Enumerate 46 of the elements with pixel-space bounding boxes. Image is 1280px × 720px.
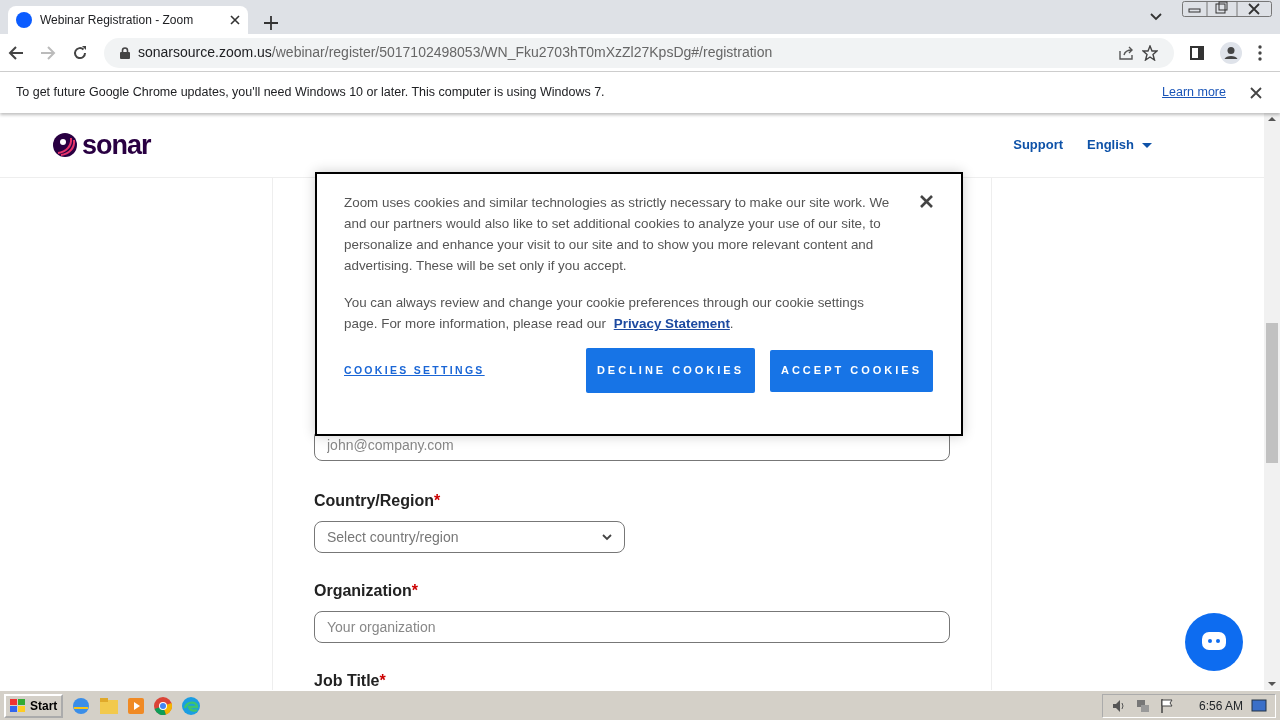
field-label: Country/Region* (314, 491, 442, 511)
flag-icon[interactable] (1158, 697, 1175, 714)
show-desktop-icon[interactable] (1251, 698, 1267, 713)
star-icon[interactable] (1142, 44, 1158, 61)
chrome-icon[interactable] (153, 695, 174, 716)
learn-more-link[interactable]: Learn more (1162, 83, 1226, 102)
update-message: To get future Google Chrome updates, you'll need Windows 10 or later. This computer is using Windows 7. (16, 84, 606, 102)
url-text: sonarsource.zoom.us/webinar/register/5017102498053/WN_Fku2703hT0mXzZl27KpsDg#/registration (138, 43, 774, 62)
lock-icon (120, 46, 130, 59)
scrollbar-thumb[interactable] (1266, 323, 1278, 463)
close-icon[interactable] (1250, 86, 1262, 99)
cookie-notice-text: Zoom uses cookies and similar technologies as strictly necessary to make our site work. We and our partners would also like to set additional cookies to analyze your use of our site, to personalize and enhance your visit to our site and to show you more relevant content and advertising. These will be set only if you accept. (344, 194, 891, 275)
cookies-settings-link[interactable]: COOKIES SETTINGS (344, 362, 485, 379)
share-icon[interactable] (1118, 44, 1134, 61)
profile-icon[interactable] (1220, 41, 1242, 64)
start-button[interactable]: Start (4, 693, 64, 718)
clock: 6:56 AM (1198, 697, 1243, 715)
cookie-button[interactable]: DECLINE COOKIES (585, 348, 755, 393)
nav-link[interactable]: Support (1013, 135, 1064, 155)
chevron-down-icon[interactable] (1150, 13, 1162, 21)
browser-tab[interactable]: Webinar Registration - Zoom (8, 6, 248, 34)
chevron-down-icon (602, 533, 612, 541)
logo: sonar (52, 124, 151, 166)
logo-icon (52, 132, 78, 158)
back-icon[interactable] (8, 44, 24, 61)
close-icon[interactable] (230, 15, 240, 25)
side-panel-icon[interactable] (1190, 45, 1204, 60)
country-select[interactable]: Select country/region (314, 521, 625, 553)
tab-title: Webinar Registration - Zoom (40, 12, 195, 29)
new-tab-icon[interactable] (264, 16, 278, 30)
field-label: Job Title* (314, 671, 387, 691)
cookie-preferences-text: You can always review and change your cookie preferences through our cookie settings page. For more information, please read our Privacy Statement. (344, 294, 865, 333)
reload-icon[interactable] (72, 44, 88, 61)
field-label: Organization* (314, 581, 419, 601)
chat-button[interactable] (1185, 613, 1243, 671)
input-field[interactable]: Your organization (314, 611, 950, 643)
cookie-button[interactable]: ACCEPT COOKIES (770, 349, 933, 392)
window-controls-drawing[interactable] (1182, 1, 1272, 17)
menu-icon[interactable] (1258, 44, 1262, 61)
address-bar[interactable]: sonarsource.zoom.us/webinar/register/5017102498053/WN_Fku2703hT0mXzZl27KpsDg#/registration (104, 37, 1174, 68)
zoom-icon (16, 12, 32, 28)
nav-link[interactable]: English (1087, 135, 1152, 155)
close-icon[interactable] (920, 195, 933, 208)
windows-logo-icon (10, 698, 26, 713)
network-icon[interactable] (1134, 697, 1151, 714)
privacy-statement-link[interactable]: Privacy Statement (613, 316, 730, 331)
